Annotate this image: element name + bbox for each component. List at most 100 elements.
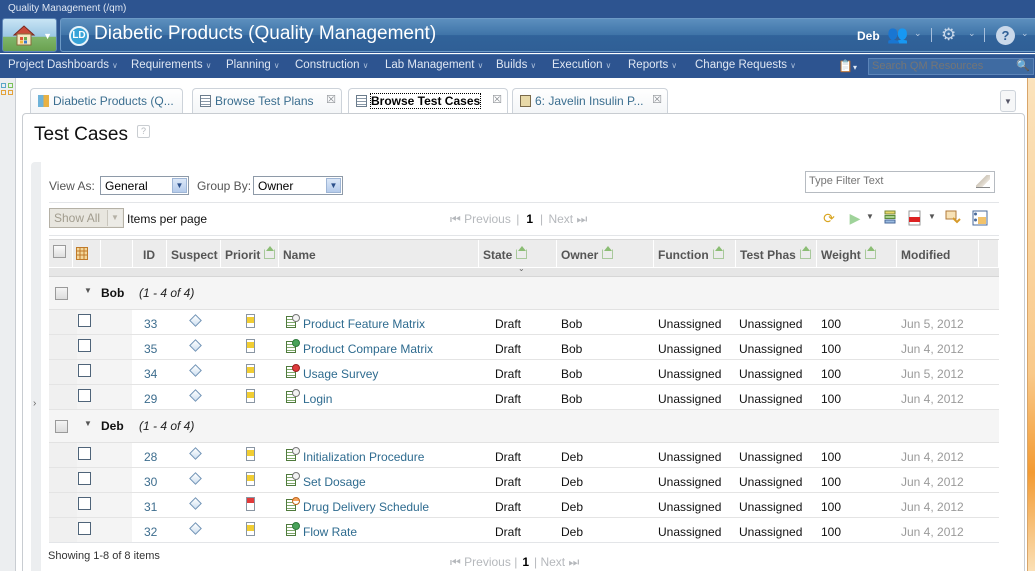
sort-icon[interactable] — [864, 246, 876, 259]
page-size-select[interactable]: Show All ▼ — [49, 208, 124, 228]
help-icon[interactable]: ? — [996, 26, 1015, 45]
column-header-function[interactable]: Function — [654, 240, 736, 268]
test-case-name-link[interactable]: Product Compare Matrix — [303, 342, 433, 356]
row-checkbox[interactable] — [78, 497, 91, 510]
run-menu-caret[interactable]: ▼ — [866, 212, 874, 221]
menu-reports[interactable]: Reports ∨ — [628, 59, 677, 71]
tab-browse-test-plans[interactable]: Browse Test Plans ☒ — [192, 88, 342, 114]
row-checkbox[interactable] — [78, 472, 91, 485]
menu-lab-management[interactable]: Lab Management ∨ — [385, 59, 483, 71]
pdf-export-icon[interactable] — [907, 210, 923, 226]
test-case-name-link[interactable]: Set Dosage — [303, 475, 366, 489]
gear-icon[interactable]: ⚙ — [941, 25, 956, 45]
test-case-id[interactable]: 28 — [144, 450, 157, 464]
view-as-select[interactable]: General ▼ — [100, 176, 189, 195]
close-icon[interactable]: ☒ — [326, 93, 336, 106]
column-header-id[interactable]: ID — [133, 240, 167, 268]
group-by-select[interactable]: Owner ▼ — [253, 176, 343, 195]
filter-box[interactable] — [805, 171, 995, 193]
test-case-name-link[interactable]: Usage Survey — [303, 367, 378, 381]
next-link[interactable]: Next — [540, 555, 565, 569]
table-row[interactable]: 29 Login Draft Bob Unassigned Unassigned… — [49, 385, 999, 410]
menu-change-requests[interactable]: Change Requests ∨ — [695, 59, 796, 71]
collapse-triangle-icon[interactable]: ▼ — [84, 419, 92, 428]
menu-builds[interactable]: Builds ∨ — [496, 59, 536, 71]
row-checkbox[interactable] — [78, 314, 91, 327]
close-icon[interactable]: ☒ — [492, 93, 502, 106]
test-case-id[interactable]: 29 — [144, 392, 157, 406]
sort-icon[interactable] — [516, 246, 528, 259]
previous-link[interactable]: Previous — [464, 212, 511, 226]
test-case-name-link[interactable]: Product Feature Matrix — [303, 317, 425, 331]
menu-construction[interactable]: Construction ∨ — [295, 59, 368, 71]
test-case-name-link[interactable]: Initialization Procedure — [303, 450, 424, 464]
column-header-owner[interactable]: Owner — [557, 240, 654, 268]
next-link[interactable]: Next — [548, 212, 573, 226]
test-case-id[interactable]: 31 — [144, 500, 157, 514]
test-case-name-link[interactable]: Flow Rate — [303, 525, 357, 539]
test-case-id[interactable]: 33 — [144, 317, 157, 331]
table-row[interactable]: 32 Flow Rate Draft Deb Unassigned Unassi… — [49, 518, 999, 543]
menu-planning[interactable]: Planning ∨ — [226, 59, 280, 71]
tab-browse-test-cases[interactable]: Browse Test Cases ☒ — [348, 88, 508, 115]
help-menu-caret[interactable]: ⌄ — [1021, 28, 1029, 39]
list-view-icon[interactable] — [882, 210, 898, 226]
refresh-icon[interactable]: ⟳ — [821, 210, 837, 226]
row-checkbox[interactable] — [78, 389, 91, 402]
search-icon[interactable]: 🔍 — [1016, 59, 1030, 72]
collapse-triangle-icon[interactable]: ▼ — [84, 286, 92, 295]
table-row[interactable]: 35 Product Compare Matrix Draft Bob Unas… — [49, 335, 999, 360]
menu-project-dashboards[interactable]: Project Dashboards ∨ — [8, 59, 118, 71]
home-menu-caret[interactable]: ▼ — [43, 31, 52, 41]
row-checkbox[interactable] — [78, 522, 91, 535]
user-name[interactable]: Deb — [857, 29, 880, 43]
table-config-icon[interactable] — [945, 210, 961, 226]
tab-javelin-insulin[interactable]: 6: Javelin Insulin P... ☒ — [512, 88, 668, 114]
column-header-test-phase[interactable]: Test Phas — [736, 240, 817, 268]
menu-execution[interactable]: Execution ∨ — [552, 59, 611, 71]
side-panel-toggle[interactable]: › — [31, 162, 41, 571]
test-case-name-link[interactable]: Drug Delivery Schedule — [303, 500, 429, 514]
chevron-down-icon[interactable]: ⌄ — [518, 264, 525, 273]
close-icon[interactable]: ☒ — [652, 93, 662, 106]
clear-filter-icon[interactable] — [976, 175, 990, 188]
users-icon[interactable]: 👥 — [887, 25, 908, 45]
search-input[interactable] — [872, 60, 1012, 72]
table-row[interactable]: 31 Drug Delivery Schedule Draft Deb Unas… — [49, 493, 999, 518]
menu-requirements[interactable]: Requirements ∨ — [131, 59, 211, 71]
row-checkbox[interactable] — [78, 364, 91, 377]
table-row[interactable]: 33 Product Feature Matrix Draft Bob Unas… — [49, 310, 999, 335]
sort-icon[interactable] — [712, 246, 724, 259]
column-header-weight[interactable]: Weight — [817, 240, 897, 268]
run-icon[interactable]: ▶ — [847, 210, 863, 226]
clipboard-icon[interactable]: 📋▾ — [838, 59, 857, 73]
tab-overflow-button[interactable]: ▼ — [1000, 90, 1016, 112]
test-case-id[interactable]: 34 — [144, 367, 157, 381]
group-checkbox[interactable] — [55, 420, 68, 433]
test-case-id[interactable]: 35 — [144, 342, 157, 356]
row-checkbox[interactable] — [78, 447, 91, 460]
right-sidebar-handle[interactable] — [1027, 78, 1035, 571]
sort-icon[interactable] — [602, 246, 614, 259]
table-row[interactable]: 34 Usage Survey Draft Bob Unassigned Una… — [49, 360, 999, 385]
column-chooser-icon[interactable] — [76, 247, 88, 260]
help-icon[interactable]: ? — [137, 125, 150, 138]
select-all-checkbox[interactable] — [53, 245, 66, 258]
table-row[interactable]: 28 Initialization Procedure Draft Deb Un… — [49, 443, 999, 468]
mini-dashboard-icon[interactable] — [1, 83, 15, 97]
previous-link[interactable]: Previous — [464, 555, 511, 569]
sort-icon[interactable] — [264, 246, 276, 259]
row-checkbox[interactable] — [78, 339, 91, 352]
export-menu-caret[interactable]: ▼ — [928, 212, 936, 221]
column-header-priority[interactable]: Priorit — [221, 240, 279, 268]
column-header-name[interactable]: Name — [279, 240, 479, 268]
table-row[interactable]: 30 Set Dosage Draft Deb Unassigned Unass… — [49, 468, 999, 493]
filter-input[interactable] — [809, 175, 969, 187]
test-case-id[interactable]: 30 — [144, 475, 157, 489]
settings-menu-caret[interactable]: ⌄ — [968, 28, 976, 39]
search-box[interactable]: 🔍 — [868, 58, 1034, 75]
home-button[interactable]: ▼ — [2, 18, 57, 52]
column-settings-icon[interactable] — [972, 210, 988, 226]
test-case-id[interactable]: 32 — [144, 525, 157, 539]
column-header-modified[interactable]: Modified — [897, 240, 979, 268]
